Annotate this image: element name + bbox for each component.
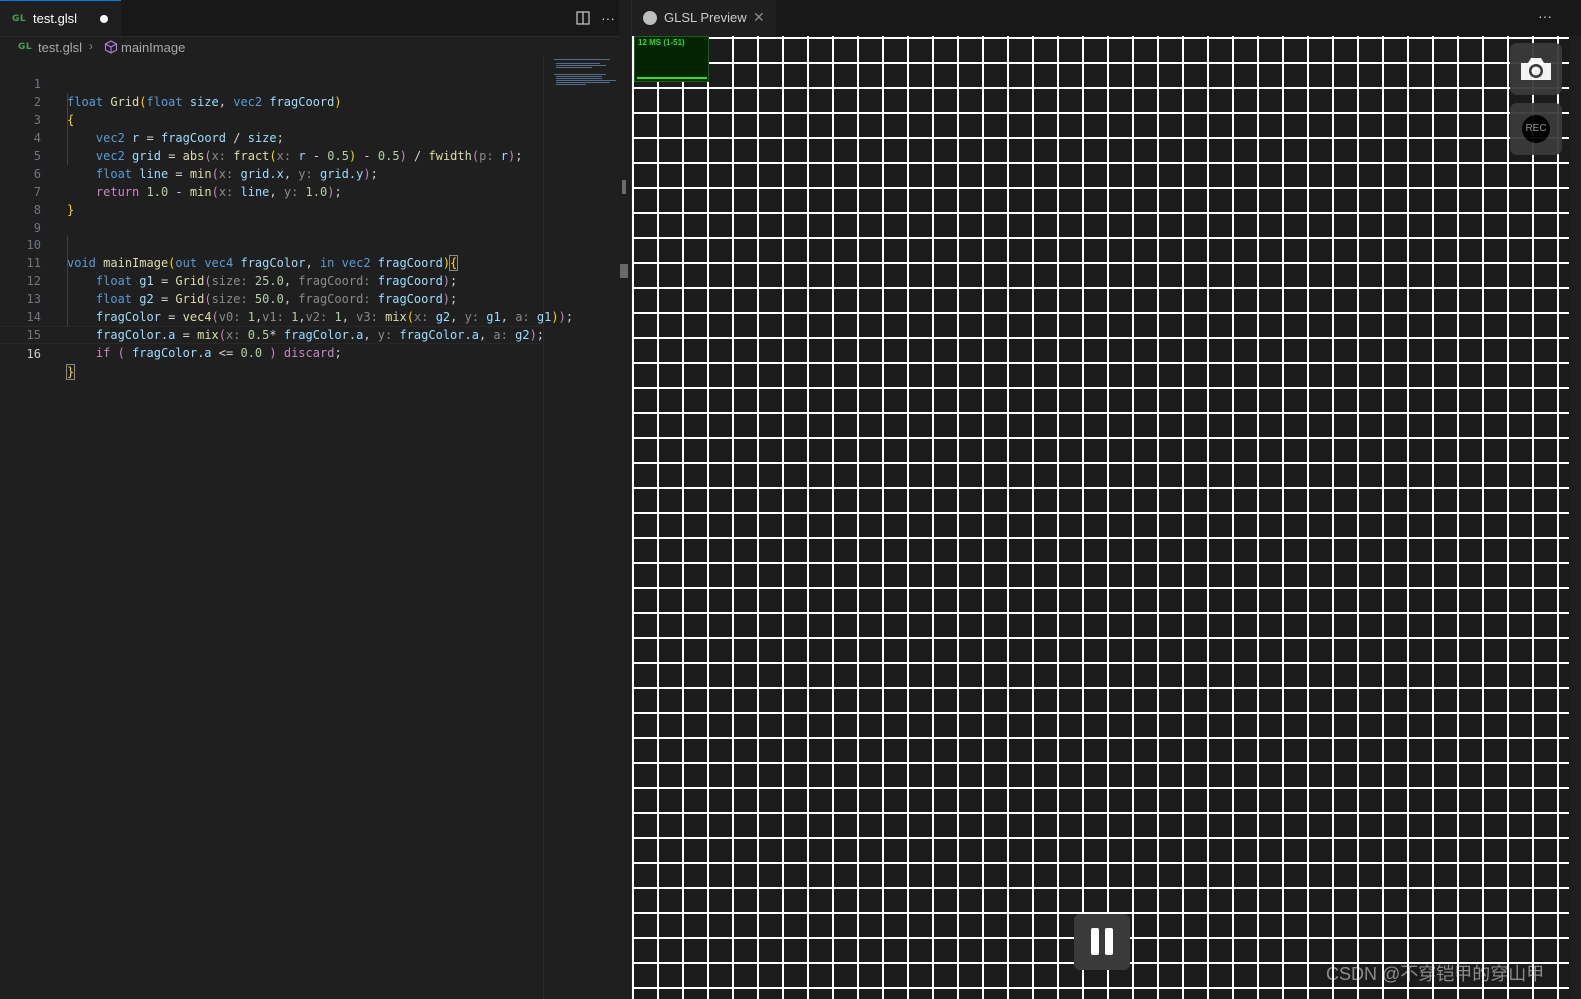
minimap-line	[556, 84, 586, 85]
editor-tab-bar: GL test.glsl ···	[0, 0, 619, 37]
code-line[interactable]: 6 return 1.0 - min(x: line, y: 1.0);	[0, 147, 545, 199]
fps-stats-panel: 12 MS (1-51)	[634, 36, 709, 82]
code-line[interactable]: 15 if ( fragColor.a <= 0.0 ) discard;	[0, 308, 545, 360]
code-line[interactable]: 11 float g1 = Grid(size: 25.0, fragCoord…	[0, 236, 545, 288]
minimap-line	[554, 74, 606, 75]
tab-label: GLSL Preview	[664, 10, 747, 25]
glsl-preview-pane: GLSL Preview ✕ ··· 12 MS (1-51) REC CSDN…	[631, 0, 1581, 999]
code-line[interactable]: 10 void mainImage(out vec4 fragColor, in…	[0, 218, 545, 271]
tab-test-glsl[interactable]: GL test.glsl	[0, 0, 121, 36]
method-cube-icon	[104, 40, 118, 54]
code-line[interactable]: 7 }	[0, 165, 545, 217]
screenshot-button[interactable]	[1510, 43, 1562, 95]
watermark: CSDN @不穿铠甲的穿山甲	[1326, 964, 1545, 984]
unsaved-dot-icon[interactable]	[100, 15, 108, 23]
minimap-line	[556, 63, 600, 64]
code-line[interactable]: 2 {	[0, 75, 545, 127]
record-button[interactable]: REC	[1510, 103, 1562, 155]
tab-glsl-preview[interactable]: GLSL Preview ✕	[632, 0, 776, 36]
breadcrumb-symbol[interactable]: mainImage	[121, 40, 185, 55]
minimap-line	[556, 67, 592, 68]
glsl-file-icon: GL	[12, 14, 27, 24]
minimap-line	[556, 78, 602, 79]
pause-button[interactable]	[1074, 914, 1130, 970]
chevron-right-icon: ›	[89, 39, 93, 53]
more-actions-icon[interactable]: ···	[598, 8, 618, 28]
code-line[interactable]: 4 vec2 grid = abs(x: fract(x: r - 0.5) -…	[0, 111, 545, 163]
breadcrumb: GL test.glsl › mainImage	[0, 37, 619, 59]
line-number: 16	[26, 347, 41, 361]
code-line[interactable]: 9	[0, 201, 545, 235]
code-line[interactable]: 14 fragColor.a = mix(x: 0.5* fragColor.a…	[0, 290, 545, 342]
minimap-line	[556, 65, 606, 66]
minimap-line	[556, 80, 616, 81]
code-line[interactable]: 8	[0, 183, 545, 217]
split-editor-icon[interactable]	[573, 8, 593, 28]
code-line-current[interactable]: 16 }	[0, 326, 545, 380]
rec-label: REC	[1522, 115, 1550, 143]
code-line[interactable]: 3 vec2 r = fragCoord / size;	[0, 93, 545, 145]
code-line[interactable]: 12 float g2 = Grid(size: 50.0, fragCoord…	[0, 254, 545, 306]
editor-scrollbar[interactable]	[622, 180, 626, 194]
code-line[interactable]: 13 fragColor = vec4(v0: 1,v1: 1,v2: 1, v…	[0, 272, 574, 324]
breadcrumb-file[interactable]: test.glsl	[38, 40, 82, 55]
more-actions-icon[interactable]: ···	[1538, 8, 1552, 24]
code-text: if ( fragColor.a <= 0.0 ) discard;	[95, 346, 342, 360]
code-line[interactable]: 5 float line = min(x: grid.x, y: grid.y)…	[0, 129, 545, 181]
editor-scrollbar-marker[interactable]	[620, 264, 628, 278]
preview-tab-bar: GLSL Preview ✕ ···	[632, 0, 1581, 36]
code-editor-pane: GL test.glsl ··· GL test.glsl › mainImag…	[0, 0, 628, 999]
preview-scrollbar[interactable]	[1569, 36, 1581, 999]
camera-icon	[1521, 58, 1551, 80]
glsl-preview-icon	[643, 11, 657, 25]
shader-canvas[interactable]	[632, 36, 1569, 999]
minimap-line	[556, 76, 602, 77]
tab-label: test.glsl	[33, 11, 78, 26]
frame-time-label: 12 MS (1-51)	[638, 38, 685, 47]
pause-icon	[1091, 928, 1099, 955]
minimap-line	[554, 59, 610, 60]
pause-icon	[1105, 928, 1113, 955]
code-text: }	[65, 364, 76, 380]
close-icon[interactable]: ✕	[753, 9, 765, 26]
frame-time-graph	[637, 77, 707, 79]
minimap-line	[556, 82, 610, 83]
code-line[interactable]: 1 float Grid(float size, vec2 fragCoord)	[0, 57, 545, 109]
minimap[interactable]	[543, 57, 620, 999]
glsl-file-icon: GL	[18, 42, 33, 52]
